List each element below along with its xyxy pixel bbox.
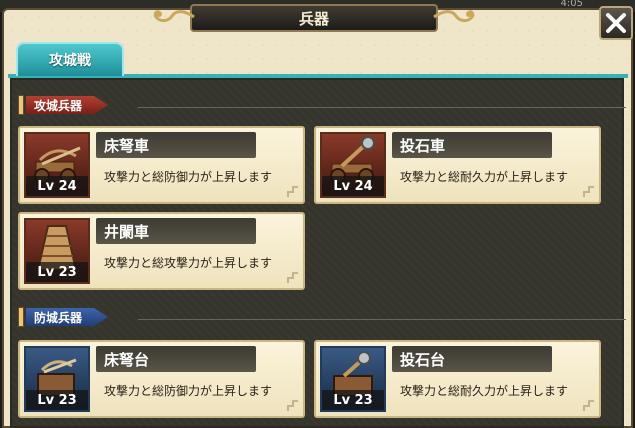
close-x-icon	[606, 13, 626, 33]
title-ornament-right-icon	[433, 10, 475, 23]
weapon-thumbnail: Lv 24	[24, 132, 90, 198]
card-corner-ornament-icon	[287, 400, 298, 411]
section-header-defense: 防城兵器	[18, 306, 628, 328]
weapon-card-catapult-cart[interactable]: Lv 24 投石車 攻撃力と総耐久力が上昇します	[314, 126, 601, 204]
section-marker	[18, 307, 24, 327]
weapon-description: 攻撃力と総防御力が上昇します	[104, 384, 273, 398]
weapon-description: 攻撃力と総耐久力が上昇します	[400, 170, 569, 184]
weapon-name: 投石車	[392, 132, 552, 158]
section-divider	[138, 107, 626, 108]
level-badge: Lv 23	[26, 390, 88, 410]
card-corner-ornament-icon	[583, 186, 594, 197]
section-label-defense: 防城兵器	[26, 308, 108, 326]
section-marker	[18, 95, 24, 115]
title-ornament-left-icon	[153, 10, 195, 23]
level-badge: Lv 23	[322, 390, 384, 410]
section-label-siege: 攻城兵器	[26, 96, 108, 114]
weapon-name: 投石台	[392, 346, 552, 372]
weapon-name: 床弩台	[96, 346, 256, 372]
weapon-card-ballista-cart[interactable]: Lv 24 床弩車 攻撃力と総防御力が上昇します	[18, 126, 305, 204]
level-badge: Lv 24	[26, 176, 88, 196]
weapon-description: 攻撃力と総防御力が上昇します	[104, 170, 273, 184]
card-corner-ornament-icon	[287, 272, 298, 283]
weapon-description: 攻撃力と総耐久力が上昇します	[400, 384, 569, 398]
tab-siege-battle[interactable]: 攻城戦	[16, 42, 124, 76]
window-title: 兵器	[190, 4, 438, 32]
level-badge: Lv 24	[322, 176, 384, 196]
close-button[interactable]	[599, 6, 633, 40]
weapon-card-ballista-platform[interactable]: Lv 23 床弩台 攻撃力と総防御力が上昇します	[18, 340, 305, 418]
weapon-card-siege-tower[interactable]: Lv 23 井闌車 攻撃力と総攻撃力が上昇します	[18, 212, 305, 290]
weapon-description: 攻撃力と総攻撃力が上昇します	[104, 256, 273, 270]
weapon-card-catapult-platform[interactable]: Lv 23 投石台 攻撃力と総耐久力が上昇します	[314, 340, 601, 418]
card-corner-ornament-icon	[583, 400, 594, 411]
level-badge: Lv 23	[26, 262, 88, 282]
weapon-name: 床弩車	[96, 132, 256, 158]
weapon-thumbnail: Lv 23	[320, 346, 386, 412]
weapon-thumbnail: Lv 23	[24, 218, 90, 284]
weapon-thumbnail: Lv 24	[320, 132, 386, 198]
weapon-thumbnail: Lv 23	[24, 346, 90, 412]
weapon-name: 井闌車	[96, 218, 256, 244]
card-corner-ornament-icon	[287, 186, 298, 197]
section-divider	[138, 319, 626, 320]
section-header-siege: 攻城兵器	[18, 94, 628, 116]
